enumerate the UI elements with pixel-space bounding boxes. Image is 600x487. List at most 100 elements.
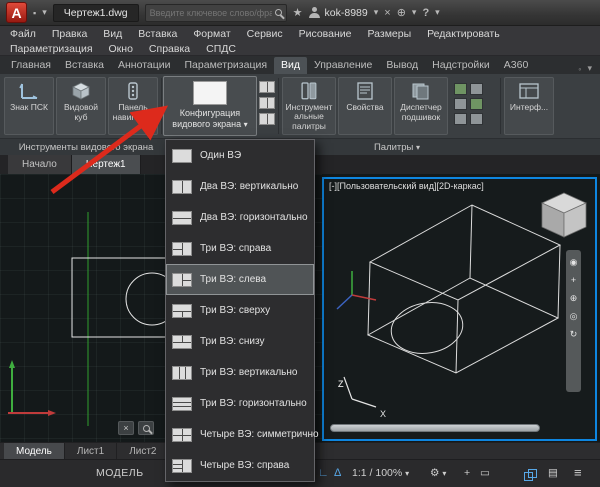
named-viewport-tools	[257, 76, 277, 136]
annotation-visibility-icon[interactable]: +	[464, 467, 470, 479]
viewport-configuration-dropdown: Один ВЭ Два ВЭ: вертикально Два ВЭ: гори…	[165, 139, 319, 482]
dropdown-item-three-above[interactable]: Три ВЭ: сверху	[166, 295, 314, 326]
layout-tab-model[interactable]: Модель	[4, 443, 65, 459]
search-box[interactable]	[144, 3, 287, 22]
user-icon	[308, 7, 320, 18]
isodraft-icon[interactable]: ∟	[318, 467, 329, 479]
orbit-icon[interactable]: ◎	[570, 312, 578, 321]
menu-help[interactable]: Справка	[149, 43, 190, 55]
navigation-bar[interactable]: ◉ + ⊕ ◎ ↻	[566, 250, 581, 392]
menu-file[interactable]: Файл	[10, 28, 36, 40]
ribbon-tab-annotate[interactable]: Аннотации	[111, 57, 178, 74]
viewport-right-active[interactable]: [-][Пользовательский вид][2D-каркас] Z X…	[322, 177, 597, 441]
dropdown-item-four-right[interactable]: Четыре ВЭ: справа	[166, 450, 314, 481]
menu-edit[interactable]: Правка	[52, 28, 87, 40]
layout-tab-list2[interactable]: Лист2	[117, 443, 170, 459]
file-tab-drawing1[interactable]: Чертеж1	[71, 155, 141, 174]
dropdown-item-three-right[interactable]: Три ВЭ: справа	[166, 233, 314, 264]
workspace-gear-icon[interactable]: ⚙ ▾	[430, 467, 446, 479]
menu-dimensions[interactable]: Размеры	[368, 28, 412, 40]
dropdown-item-label: Три ВЭ: слева	[200, 274, 267, 285]
clean-screen-icon[interactable]: ▤	[548, 467, 558, 479]
ribbon-tab-insert[interactable]: Вставка	[58, 57, 111, 74]
viewport-configuration-button[interactable]: Конфигурация видового экрана ▾	[163, 76, 257, 136]
dropdown-item-three-horizontal[interactable]: Три ВЭ: горизонтально	[166, 388, 314, 419]
ribbon-minimize-icon[interactable]: ▾	[587, 63, 592, 74]
qat-icon[interactable]: ▪	[33, 8, 36, 18]
ribbon-tab-manage[interactable]: Управление	[307, 57, 379, 74]
pan-icon[interactable]: +	[571, 276, 576, 285]
qat-dropdown-icon[interactable]: ▾	[42, 7, 47, 18]
zoom-extents-icon[interactable]: ⊕	[570, 294, 578, 303]
palette-mini-icon[interactable]	[454, 98, 467, 110]
viewport-right-geometry: Z X	[336, 192, 587, 419]
dropdown-item-three-vertical[interactable]: Три ВЭ: вертикально	[166, 357, 314, 388]
viewport-tools-panel-label[interactable]: Инструменты видового экрана	[0, 142, 172, 153]
ribbon-tab-addins[interactable]: Надстройки	[425, 57, 497, 74]
menu-view[interactable]: Вид	[103, 28, 122, 40]
quick-properties-icon[interactable]	[524, 469, 537, 481]
signin-key-icon[interactable]: ★	[293, 6, 303, 19]
showmotion-icon[interactable]: ↻	[570, 330, 578, 339]
annotation-icon[interactable]: Δ	[334, 467, 341, 479]
menu-insert[interactable]: Вставка	[138, 28, 177, 40]
menu-parametric[interactable]: Параметризация	[10, 43, 93, 55]
help-icon[interactable]: ?	[422, 7, 429, 19]
ribbon-tab-view[interactable]: Вид	[274, 57, 308, 74]
viewcube-button-label: Видовой куб	[64, 102, 98, 122]
tool-palettes-button[interactable]: Инструментальные палитры	[282, 77, 336, 135]
layout-tab-list1[interactable]: Лист1	[65, 443, 118, 459]
ribbon-tab-home[interactable]: Главная	[4, 57, 58, 74]
join-viewports-icon[interactable]	[259, 81, 275, 93]
close-session-icon[interactable]: ×	[384, 7, 390, 19]
dropdown-item-single[interactable]: Один ВЭ	[166, 140, 314, 171]
sheet-set-manager-button[interactable]: Диспетчер подшивок	[394, 77, 448, 135]
close-icon[interactable]: ×	[118, 421, 134, 435]
dropdown-item-two-horizontal[interactable]: Два ВЭ: горизонтально	[166, 202, 314, 233]
palettes-panel-label[interactable]: Палитры ▾	[282, 142, 512, 153]
app-logo-button[interactable]: A	[6, 2, 27, 23]
palette-mini-icon[interactable]	[470, 113, 483, 125]
annotation-scale-control[interactable]: 1:1 / 100% ▾	[352, 467, 409, 479]
palette-mini-icon[interactable]	[470, 98, 483, 110]
properties-button[interactable]: Свойства	[338, 77, 392, 135]
zoom-icon[interactable]	[138, 421, 154, 435]
ribbon-tab-a360[interactable]: A360	[497, 57, 536, 74]
interface-button[interactable]: Интерф...	[504, 77, 554, 135]
units-icon[interactable]: ▭	[480, 467, 490, 479]
menu-spds[interactable]: СПДС	[206, 43, 236, 55]
username-label[interactable]: kok-8989	[325, 7, 368, 19]
steering-wheel-icon[interactable]: ◉	[570, 258, 578, 267]
search-input[interactable]	[149, 7, 272, 18]
palette-mini-icon[interactable]	[470, 83, 483, 95]
ribbon-tab-output[interactable]: Вывод	[379, 57, 425, 74]
dropdown-item-four-equal[interactable]: Четыре ВЭ: симметрично	[166, 419, 319, 450]
menu-tools[interactable]: Сервис	[247, 28, 283, 40]
ribbon-pin-icon[interactable]: ◦	[578, 64, 581, 74]
ucs-icon-button[interactable]: Знак ПСК	[4, 77, 54, 135]
a360-dropdown-icon[interactable]: ▾	[412, 7, 417, 18]
help-dropdown-icon[interactable]: ▾	[435, 7, 440, 18]
navigation-bar-button[interactable]: Панель навигации	[108, 77, 158, 135]
menu-draw[interactable]: Рисование	[299, 28, 352, 40]
dropdown-item-three-left-selected[interactable]: Три ВЭ: слева	[166, 264, 314, 295]
dropdown-item-two-vertical[interactable]: Два ВЭ: вертикально	[166, 171, 314, 202]
palette-mini-icon[interactable]	[454, 113, 467, 125]
viewcube[interactable]	[541, 192, 587, 238]
user-dropdown-icon[interactable]: ▾	[374, 7, 379, 18]
ribbon-tab-parametric[interactable]: Параметризация	[178, 57, 275, 74]
dropdown-item-three-below[interactable]: Три ВЭ: снизу	[166, 326, 314, 357]
a360-cloud-icon[interactable]: ⊕	[397, 6, 406, 19]
palette-mini-icon[interactable]	[454, 83, 467, 95]
menu-modify[interactable]: Редактировать	[427, 28, 500, 40]
file-tab-start[interactable]: Начало	[8, 155, 72, 174]
viewcube-button[interactable]: Видовой куб	[56, 77, 106, 135]
restore-viewports-icon[interactable]	[259, 97, 275, 109]
horizontal-scrollbar[interactable]	[330, 424, 540, 432]
customization-menu-icon[interactable]: ≡	[574, 465, 582, 480]
named-viewports-icon[interactable]	[259, 113, 275, 125]
menu-format[interactable]: Формат	[193, 28, 230, 40]
menu-window[interactable]: Окно	[109, 43, 133, 55]
search-icon[interactable]	[274, 9, 282, 16]
model-space-indicator[interactable]: МОДЕЛЬ	[96, 467, 144, 479]
